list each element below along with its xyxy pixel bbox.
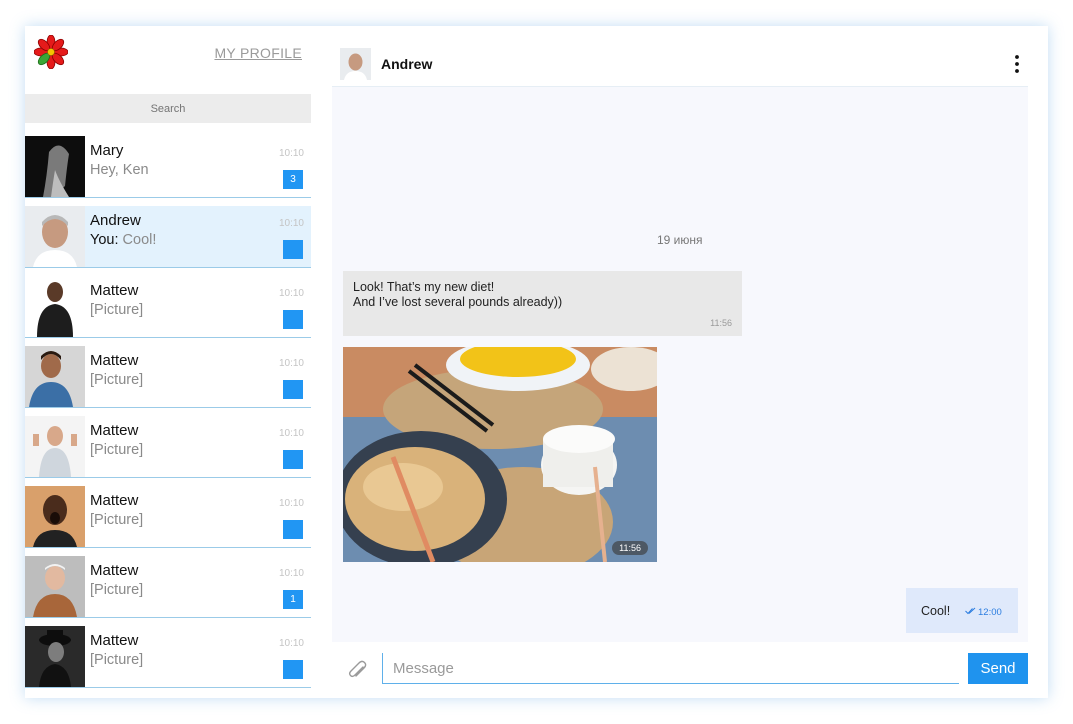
food-photo [343, 347, 657, 562]
search-input[interactable] [25, 94, 311, 123]
chat-item-mattew[interactable]: Mattew [Picture] 10:10 [25, 626, 311, 688]
photo-time: 11:56 [612, 541, 648, 555]
sidebar: MY PROFILE Mary Hey, Ken 10:10 3 [25, 26, 311, 698]
message-preview: [Picture] [90, 652, 144, 668]
message-time: 11:56 [710, 318, 732, 328]
outgoing-message[interactable]: Cool! 12:00 [906, 588, 1018, 633]
chat-item-andrew[interactable]: Andrew You: Cool! 10:10 [25, 206, 311, 268]
chat-name: Mattew [90, 632, 139, 649]
chat-name: Mattew [90, 562, 139, 579]
avatar [25, 346, 85, 407]
avatar [25, 276, 85, 337]
chat-item-mary[interactable]: Mary Hey, Ken 10:10 3 [25, 136, 311, 198]
chat-name: Mary [90, 142, 124, 159]
message-time: 12:00 [978, 607, 1002, 618]
message-area[interactable]: 19 июня Look! That’s my new diet! And I’… [332, 87, 1028, 642]
date-separator: 19 июня [657, 233, 703, 247]
message-line: Look! That’s my new diet! [353, 280, 495, 294]
send-button[interactable]: Send [968, 653, 1028, 684]
chat-preview: [Picture] [90, 372, 143, 388]
message-line: And I’ve lost several pounds already)) [353, 295, 563, 309]
message-preview: [Picture] [90, 512, 144, 528]
unread-badge [283, 450, 303, 469]
chat-item-mattew[interactable]: Mattew [Picture] 10:10 1 [25, 556, 311, 618]
flower-logo-icon[interactable] [34, 35, 68, 69]
chat-preview: Hey, Ken [90, 162, 149, 178]
chat-time: 10:10 [278, 358, 304, 369]
message-preview: Cool! [122, 232, 157, 248]
chat-item-mattew[interactable]: Mattew [Picture] 10:10 [25, 486, 311, 548]
more-vertical-icon[interactable] [1010, 53, 1024, 75]
chat-preview: [Picture] [90, 442, 143, 458]
messenger-window: MY PROFILE Mary Hey, Ken 10:10 3 [25, 26, 1048, 698]
chat-list: Mary Hey, Ken 10:10 3 Andrew You: Cool! [25, 136, 311, 696]
unread-badge [283, 240, 303, 259]
chat-preview: [Picture] [90, 652, 143, 668]
chat-name: Mattew [90, 352, 139, 369]
contact-avatar[interactable] [340, 48, 371, 80]
avatar [25, 626, 85, 687]
message-preview: [Picture] [90, 372, 144, 388]
chat-name: Mattew [90, 492, 139, 509]
chat-time: 10:10 [278, 498, 304, 509]
chat-item-mattew[interactable]: Mattew [Picture] 10:10 [25, 346, 311, 408]
chat-preview: You: Cool! [90, 232, 156, 248]
unread-badge [283, 380, 303, 399]
message-preview: Hey, Ken [90, 162, 149, 178]
message-composer: Send [332, 642, 1028, 698]
avatar [25, 556, 85, 617]
paperclip-icon[interactable] [347, 659, 369, 683]
photo-message[interactable]: 11:56 [343, 347, 657, 562]
avatar [25, 136, 85, 197]
chat-time: 10:10 [278, 428, 304, 439]
chat-header: Andrew [332, 26, 1028, 87]
message-preview: [Picture] [90, 442, 144, 458]
chat-name: Mattew [90, 422, 139, 439]
chat-time: 10:10 [278, 148, 304, 159]
chat-item-mattew[interactable]: Mattew [Picture] 10:10 [25, 416, 311, 478]
message-input[interactable] [382, 653, 959, 684]
chat-time: 10:10 [278, 218, 304, 229]
chat-name: Mattew [90, 282, 139, 299]
my-profile-link[interactable]: MY PROFILE [214, 45, 302, 61]
chat-time: 10:10 [278, 568, 304, 579]
unread-badge: 1 [283, 590, 303, 609]
double-check-icon [965, 607, 976, 615]
contact-name: Andrew [381, 56, 433, 72]
chat-time: 10:10 [278, 288, 304, 299]
chat-time: 10:10 [278, 638, 304, 649]
avatar [25, 486, 85, 547]
unread-badge: 3 [283, 170, 303, 189]
incoming-message[interactable]: Look! That’s my new diet! And I’ve lost … [343, 271, 742, 336]
chat-name: Andrew [90, 212, 141, 229]
unread-badge [283, 660, 303, 679]
unread-badge [283, 520, 303, 539]
chat-panel: Andrew 19 июня Look! That’s my new diet!… [332, 26, 1028, 698]
avatar [25, 416, 85, 477]
unread-badge [283, 310, 303, 329]
chat-item-mattew[interactable]: Mattew [Picture] 10:10 [25, 276, 311, 338]
chat-preview: [Picture] [90, 302, 143, 318]
message-preview: [Picture] [90, 582, 144, 598]
you-prefix: You: [90, 232, 119, 248]
avatar [25, 206, 85, 267]
chat-preview: [Picture] [90, 512, 143, 528]
message-preview: [Picture] [90, 302, 144, 318]
message-text: Look! That’s my new diet! And I’ve lost … [353, 280, 562, 310]
message-text: Cool! [921, 604, 951, 618]
chat-preview: [Picture] [90, 582, 143, 598]
